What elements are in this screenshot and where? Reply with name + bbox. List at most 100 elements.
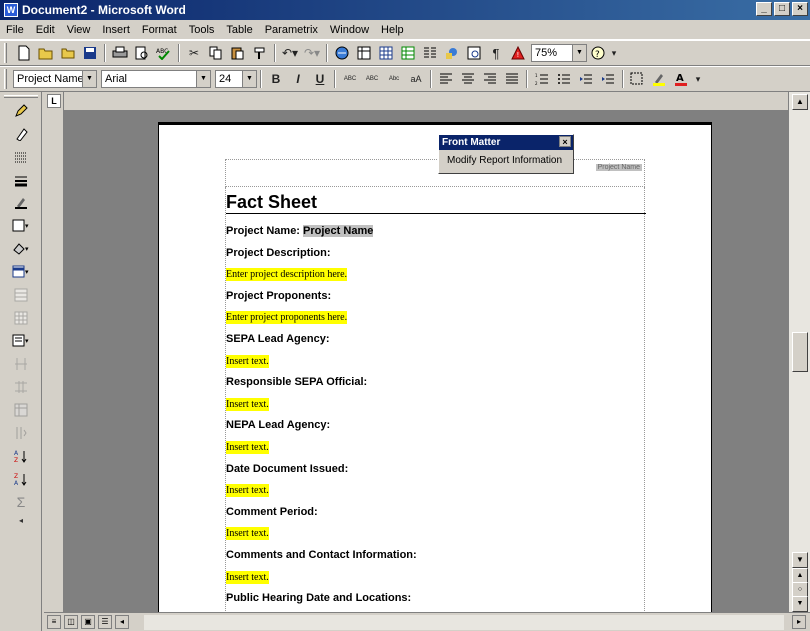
- scroll-thumb[interactable]: [792, 332, 808, 372]
- tables-borders-icon[interactable]: [353, 43, 375, 63]
- eraser-icon[interactable]: [5, 124, 37, 144]
- highlight-icon[interactable]: [649, 69, 671, 89]
- autosum-icon[interactable]: Σ: [5, 492, 37, 512]
- field-label-comment-period[interactable]: Comment Period:: [226, 502, 646, 524]
- outside-border-icon[interactable]: ▾: [5, 216, 37, 236]
- undo-icon[interactable]: ↶▾: [279, 43, 301, 63]
- font-size-select[interactable]: 24 ▼: [215, 70, 257, 88]
- front-matter-close-button[interactable]: ×: [559, 136, 571, 147]
- horizontal-ruler[interactable]: [64, 92, 788, 110]
- maximize-button[interactable]: □: [774, 2, 790, 16]
- field-label-public-hearing[interactable]: Public Hearing Date and Locations:: [226, 588, 646, 610]
- bold-icon[interactable]: B: [265, 69, 287, 89]
- border-color-icon[interactable]: [5, 193, 37, 213]
- spelling-icon[interactable]: ABC: [153, 43, 175, 63]
- sort-ascending-icon[interactable]: AZ: [5, 446, 37, 466]
- split-cells-icon[interactable]: [5, 308, 37, 328]
- insert-table-dropdown-icon[interactable]: ▾: [5, 262, 37, 282]
- bullets-icon[interactable]: [553, 69, 575, 89]
- strikethrough-icon[interactable]: ABC: [339, 69, 361, 89]
- modify-report-information-button[interactable]: Modify Report Information: [439, 150, 573, 166]
- distribute-columns-icon[interactable]: [5, 377, 37, 397]
- field-label-responsible-sepa-official[interactable]: Responsible SEPA Official:: [226, 372, 646, 394]
- menu-format[interactable]: Format: [142, 24, 177, 36]
- insert-table-icon[interactable]: [375, 43, 397, 63]
- scroll-right-button[interactable]: ▸: [792, 615, 806, 629]
- toolbar-options-icon[interactable]: ▾: [609, 43, 619, 63]
- vertical-scrollbar[interactable]: ▲ ▼ ▲ ○ ▼: [788, 92, 810, 612]
- field-fill-project-description[interactable]: Enter project description here.: [226, 264, 646, 286]
- scroll-down-button[interactable]: ▼: [792, 552, 808, 568]
- paste-icon[interactable]: [227, 43, 249, 63]
- menu-edit[interactable]: Edit: [36, 24, 55, 36]
- field-label-project-proponents[interactable]: Project Proponents:: [226, 286, 646, 308]
- insert-excel-icon[interactable]: [397, 43, 419, 63]
- numbering-icon[interactable]: 12: [531, 69, 553, 89]
- font-select[interactable]: Arial ▼: [101, 70, 211, 88]
- document-page[interactable]: Project Name Fact Sheet Project Name: Pr…: [158, 122, 712, 612]
- close-button[interactable]: ×: [792, 2, 808, 16]
- redo-icon[interactable]: ↷▾: [301, 43, 323, 63]
- justify-icon[interactable]: [501, 69, 523, 89]
- shading-color-icon[interactable]: ▾: [5, 239, 37, 259]
- horizontal-scrollbar[interactable]: [144, 615, 784, 630]
- menu-insert[interactable]: Insert: [102, 24, 130, 36]
- increase-indent-icon[interactable]: [597, 69, 619, 89]
- align-right-icon[interactable]: [479, 69, 501, 89]
- field-fill-comment-period[interactable]: Insert text.: [226, 523, 646, 545]
- merge-cells-icon[interactable]: [5, 285, 37, 305]
- menu-parametrix[interactable]: Parametrix: [265, 24, 318, 36]
- field-fill-nepa-lead-agency[interactable]: Insert text.: [226, 437, 646, 459]
- web-layout-icon[interactable]: ◫: [64, 615, 78, 629]
- format-painter-icon[interactable]: [249, 43, 271, 63]
- small-caps-icon[interactable]: Abc: [383, 69, 405, 89]
- toolbar-grip[interactable]: [4, 43, 7, 63]
- text-direction-icon[interactable]: [5, 423, 37, 443]
- scroll-left-button[interactable]: ◂: [115, 615, 129, 629]
- print-preview-icon[interactable]: [131, 43, 153, 63]
- drawing-icon[interactable]: [441, 43, 463, 63]
- change-case-icon[interactable]: aA: [405, 69, 427, 89]
- print-icon[interactable]: [109, 43, 131, 63]
- decrease-indent-icon[interactable]: [575, 69, 597, 89]
- menu-help[interactable]: Help: [381, 24, 404, 36]
- field-label-date-issued[interactable]: Date Document Issued:: [226, 459, 646, 481]
- sort-descending-icon[interactable]: ZA: [5, 469, 37, 489]
- toolbar-grip[interactable]: [4, 69, 7, 89]
- columns-icon[interactable]: [419, 43, 441, 63]
- font-size-dropdown-arrow[interactable]: ▼: [242, 71, 256, 87]
- menu-tools[interactable]: Tools: [189, 24, 215, 36]
- doc-title[interactable]: Fact Sheet: [226, 191, 646, 213]
- save-icon[interactable]: [79, 43, 101, 63]
- front-matter-title-bar[interactable]: Front Matter ×: [439, 135, 573, 150]
- field-fill-responsible-sepa-official[interactable]: Insert text.: [226, 394, 646, 416]
- zoom-dropdown-arrow[interactable]: ▼: [572, 45, 586, 61]
- field-fill-sepa-lead-agency[interactable]: Insert text.: [226, 351, 646, 373]
- word-app-icon[interactable]: W: [4, 3, 18, 17]
- underline-icon[interactable]: U: [309, 69, 331, 89]
- menu-file[interactable]: File: [6, 24, 24, 36]
- field-label-nepa-lead-agency[interactable]: NEPA Lead Agency:: [226, 415, 646, 437]
- help-icon[interactable]: ?: [587, 43, 609, 63]
- cut-icon[interactable]: ✂: [183, 43, 205, 63]
- zoom-select[interactable]: 75% ▼: [531, 44, 587, 62]
- field-label-project-name[interactable]: Project Name: Project Name: [226, 221, 646, 243]
- document-map-icon[interactable]: [463, 43, 485, 63]
- font-dropdown-arrow[interactable]: ▼: [196, 71, 210, 87]
- style-dropdown-arrow[interactable]: ▼: [82, 71, 96, 87]
- hyperlink-icon[interactable]: [331, 43, 353, 63]
- normal-view-icon[interactable]: ≡: [47, 615, 61, 629]
- menu-view[interactable]: View: [67, 24, 91, 36]
- borders-icon[interactable]: [627, 69, 649, 89]
- minimize-button[interactable]: _: [756, 2, 772, 16]
- field-fill-comments-contact[interactable]: Insert text.: [226, 567, 646, 589]
- scroll-up-button[interactable]: ▲: [792, 94, 808, 110]
- document-content[interactable]: Fact Sheet Project Name: Project Name Pr…: [226, 191, 646, 612]
- field-label-sepa-lead-agency[interactable]: SEPA Lead Agency:: [226, 329, 646, 351]
- next-page-icon[interactable]: ▼: [792, 596, 808, 612]
- italic-icon[interactable]: I: [287, 69, 309, 89]
- toolbar-options-icon[interactable]: ◂: [5, 515, 37, 525]
- distribute-rows-icon[interactable]: [5, 354, 37, 374]
- project-name-value[interactable]: Project Name: [303, 225, 374, 237]
- align-left-icon[interactable]: [435, 69, 457, 89]
